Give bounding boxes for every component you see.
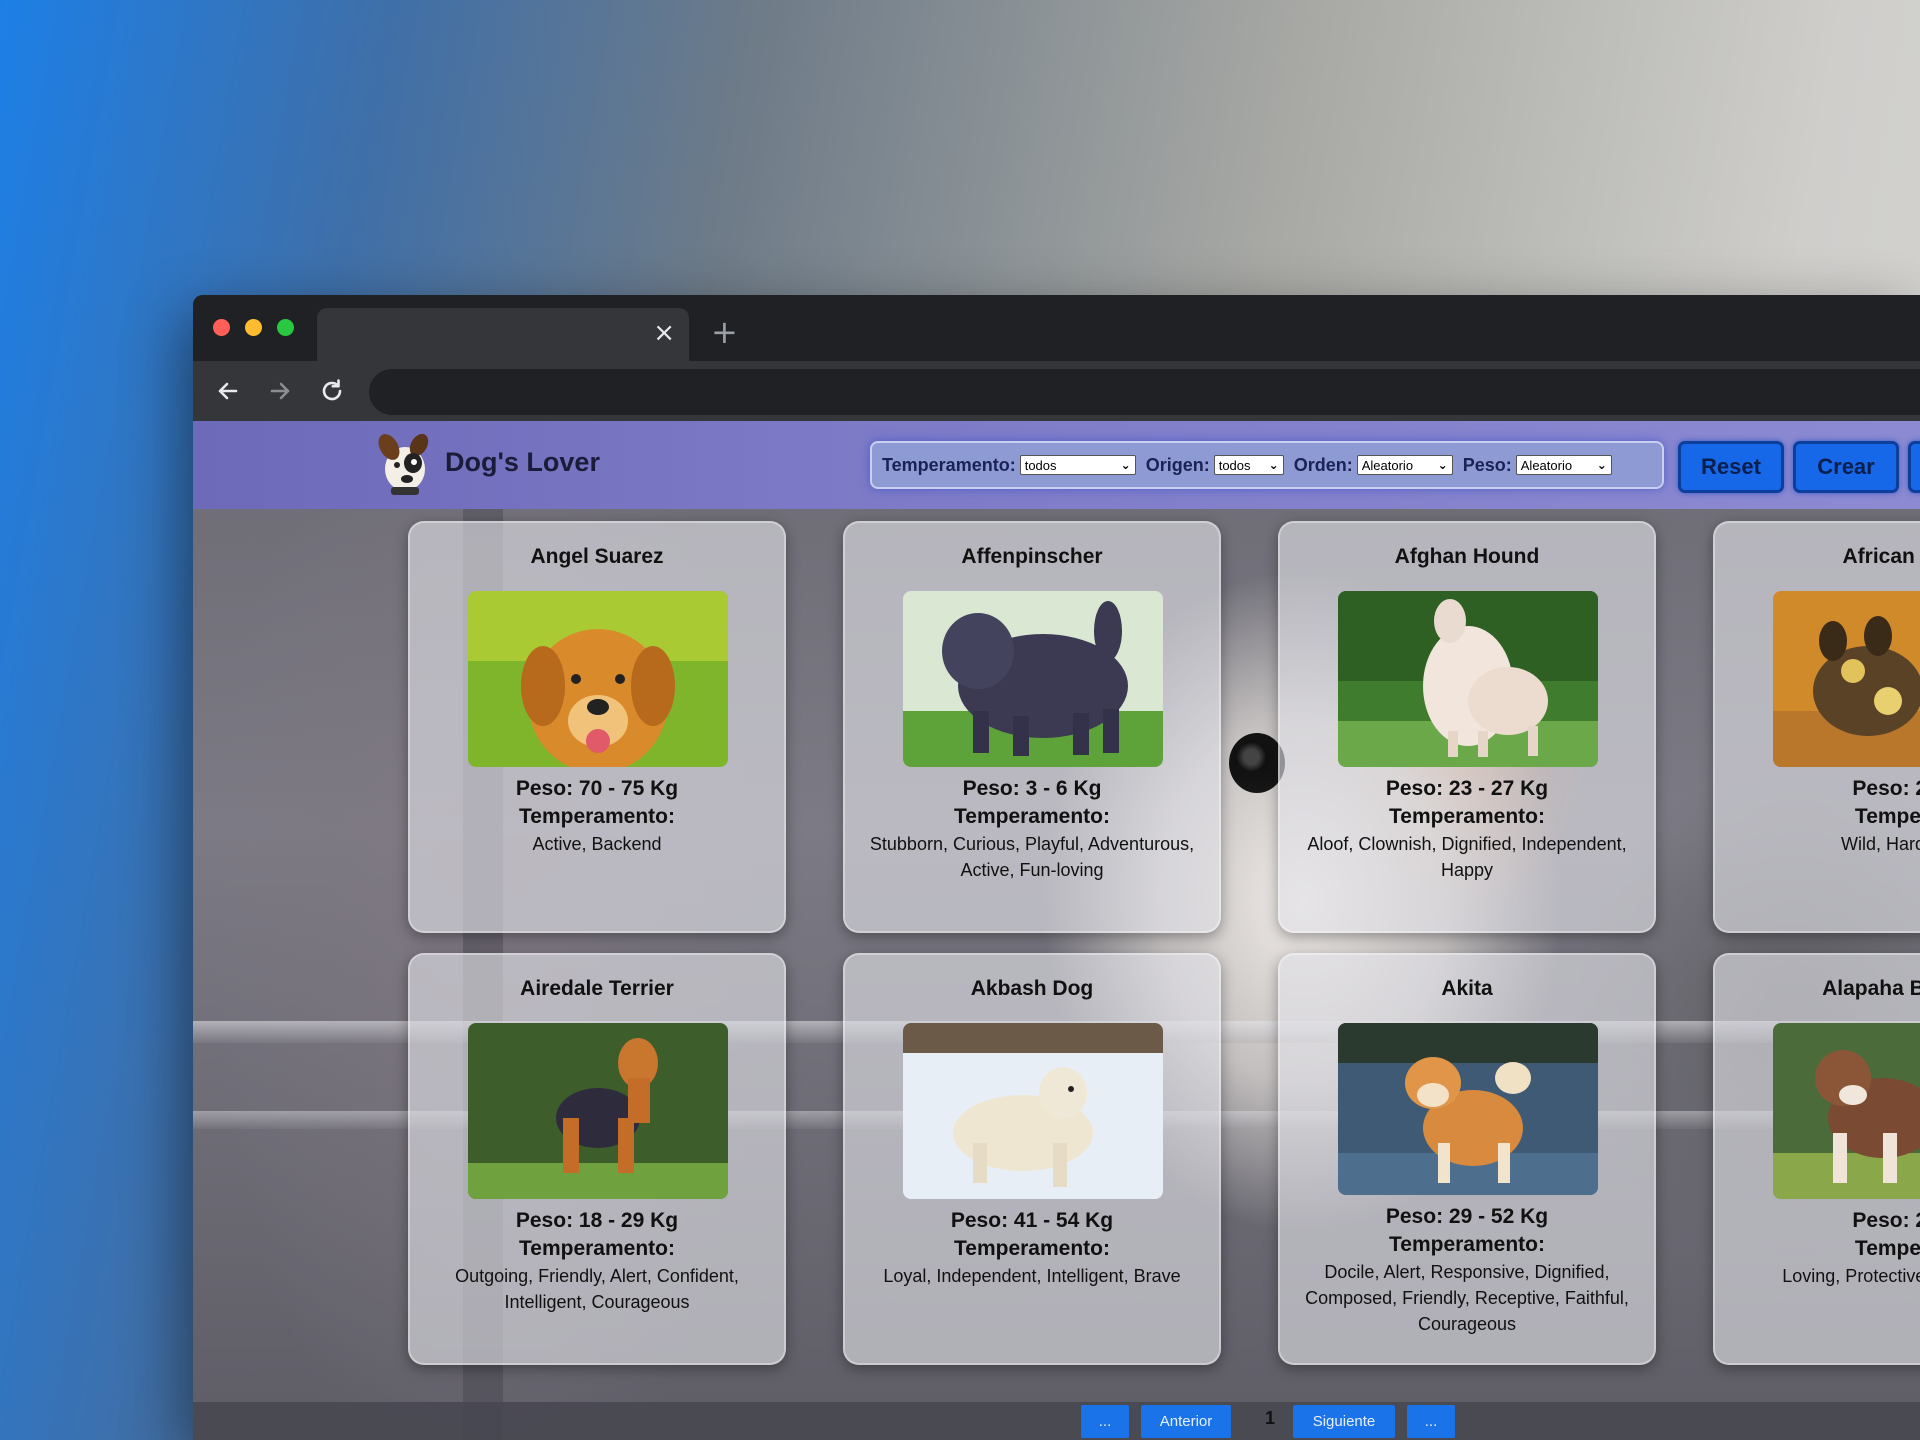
dog-card[interactable]: Akbash Dog Peso: 41 - 54 Kg Temperamento…	[843, 953, 1221, 1365]
temperament-select[interactable]: todos ⌄	[1019, 455, 1136, 475]
browser-tab-bar: × +	[193, 295, 1920, 361]
current-page-number: 1	[1264, 1408, 1275, 1428]
reset-button[interactable]: Reset	[1678, 441, 1784, 493]
first-page-button[interactable]: ...	[1081, 1405, 1129, 1438]
forward-arrow-icon[interactable]	[262, 373, 298, 409]
weight-filter-label: Peso:	[1462, 454, 1512, 475]
card-temperament-label: Temperar	[1854, 1237, 1920, 1260]
card-weight: Peso: 18 - 29 Kg	[515, 1209, 679, 1232]
next-page-button[interactable]: Siguiente	[1293, 1405, 1395, 1438]
previous-page-button[interactable]: Anterior	[1141, 1405, 1231, 1438]
card-temperament: Loving, Protective, T Respons	[1782, 1266, 1920, 1286]
akbash-dog-photo	[903, 1023, 1163, 1199]
dog-card[interactable]: Akita Peso: 29 - 52 Kg Temperamento: Doc…	[1278, 953, 1656, 1365]
browser-tab[interactable]: ×	[317, 308, 689, 361]
tab-close-icon[interactable]: ×	[653, 320, 675, 346]
reload-icon[interactable]	[314, 373, 350, 409]
akita-photo	[1338, 1023, 1598, 1195]
card-weight: Peso: 3 - 6 Kg	[962, 777, 1102, 800]
card-temperament: Wild, Hardwork	[1840, 834, 1920, 854]
origin-select-value: todos	[1218, 457, 1251, 473]
card-title: Akbash Dog	[970, 977, 1094, 1000]
airedale-terrier-photo	[468, 1023, 728, 1199]
minimize-window-button[interactable]	[245, 319, 262, 336]
temperament-select-value: todos	[1024, 457, 1057, 473]
browser-toolbar	[193, 361, 1920, 421]
chevron-down-icon: ⌄	[1120, 458, 1131, 472]
affenpinscher-photo	[903, 591, 1163, 767]
card-temperament-label: Temperamento:	[1389, 1233, 1545, 1256]
card-temperament-label: Temperamento:	[519, 1237, 675, 1260]
dog-logo-icon[interactable]	[369, 429, 439, 501]
card-weight: Peso: 20 -	[1852, 777, 1920, 800]
card-temperament: Outgoing, Friendly, Alert, Confident, In…	[455, 1266, 739, 1312]
address-bar[interactable]	[369, 369, 1920, 415]
origin-filter-label: Origen:	[1145, 454, 1210, 475]
golden-retriever-photo	[468, 591, 728, 767]
afghan-hound-photo	[1338, 591, 1598, 767]
card-temperament: Stubborn, Curious, Playful, Adventurous,…	[869, 834, 1195, 880]
card-title: Affenpinscher	[961, 545, 1103, 568]
card-temperament-label: Temperamento:	[519, 805, 675, 828]
temperament-filter-label: Temperamento:	[882, 454, 1016, 475]
african-wild-dog-photo	[1773, 591, 1920, 767]
card-temperament-label: Temperamento:	[954, 805, 1110, 828]
dog-card[interactable]: Airedale Terrier Peso: 18 - 29 Kg Temper…	[408, 953, 786, 1365]
chevron-down-icon: ⌄	[1596, 458, 1607, 472]
origin-select[interactable]: todos ⌄	[1213, 455, 1284, 475]
card-title: Alapaha Blue Bl	[1822, 977, 1920, 1000]
card-title: Akita	[1441, 977, 1493, 1000]
card-title: African Hun	[1842, 545, 1920, 568]
card-weight: Peso: 70 - 75 Kg	[515, 777, 679, 800]
order-select[interactable]: Aleatorio ⌄	[1356, 455, 1453, 475]
card-title: Angel Suarez	[530, 545, 664, 568]
card-title: Airedale Terrier	[520, 977, 674, 1000]
weight-filter: Peso: Aleatorio ⌄	[1463, 455, 1612, 476]
card-weight: Peso: 29 - 52 Kg	[1385, 1205, 1549, 1228]
last-page-button[interactable]: ...	[1407, 1405, 1455, 1438]
brand-title[interactable]: Dog's Lover	[445, 447, 600, 478]
card-title: Afghan Hound	[1394, 545, 1540, 568]
maximize-window-button[interactable]	[277, 319, 294, 336]
temperament-filter: Temperamento: todos ⌄	[882, 455, 1136, 476]
page-viewport: Dog's Lover Temperamento: todos ⌄ Origen…	[193, 421, 1920, 1440]
filter-bar: Temperamento: todos ⌄ Origen: todos ⌄ Or…	[870, 441, 1664, 489]
card-temperament-label: Temperar	[1854, 805, 1920, 828]
order-select-value: Aleatorio	[1361, 457, 1414, 473]
card-temperament-label: Temperamento:	[1389, 805, 1545, 828]
app-header: Dog's Lover Temperamento: todos ⌄ Origen…	[193, 421, 1920, 509]
chevron-down-icon: ⌄	[1268, 458, 1279, 472]
background-photo-detail	[1229, 733, 1285, 793]
card-temperament: Docile, Alert, Responsive, Dignified, Co…	[1305, 1262, 1629, 1334]
dog-card[interactable]: Alapaha Blue Bl Peso: 25 - Temperar Lovi…	[1713, 953, 1920, 1365]
weight-select[interactable]: Aleatorio ⌄	[1515, 455, 1612, 475]
dog-card[interactable]: Afghan Hound Peso: 23 - 27 Kg Temperamen…	[1278, 521, 1656, 933]
create-button[interactable]: Crear	[1793, 441, 1899, 493]
order-filter: Orden: Aleatorio ⌄	[1294, 455, 1453, 476]
card-weight: Peso: 25 -	[1852, 1209, 1920, 1232]
card-weight: Peso: 23 - 27 Kg	[1385, 777, 1549, 800]
weight-select-value: Aleatorio	[1520, 457, 1573, 473]
chevron-down-icon: ⌄	[1437, 458, 1448, 472]
pagination-bar: ... Anterior 1 Siguiente ...	[193, 1402, 1920, 1440]
card-temperament: Loyal, Independent, Intelligent, Brave	[883, 1266, 1181, 1286]
order-filter-label: Orden:	[1293, 454, 1353, 475]
dog-card[interactable]: Angel Suarez Peso: 70 - 75 Kg Temperamen…	[408, 521, 786, 933]
card-temperament: Active, Backend	[532, 834, 662, 854]
browser-window: × + Dog's Lover Temperamento: todos ⌄ Or…	[193, 295, 1920, 1440]
card-temperament-label: Temperamento:	[954, 1237, 1110, 1260]
card-weight: Peso: 41 - 54 Kg	[950, 1209, 1114, 1232]
card-temperament: Aloof, Clownish, Dignified, Independent,…	[1307, 834, 1627, 880]
new-tab-button[interactable]: +	[711, 316, 738, 348]
dog-card[interactable]: African Hun Peso: 20 - Temperar Wild, Ha…	[1713, 521, 1920, 933]
origin-filter: Origen: todos ⌄	[1146, 455, 1284, 476]
alapaha-bulldog-photo	[1773, 1023, 1920, 1199]
dog-card[interactable]: Affenpinscher Peso: 3 - 6 Kg Temperament…	[843, 521, 1221, 933]
close-window-button[interactable]	[213, 319, 230, 336]
back-arrow-icon[interactable]	[210, 373, 246, 409]
extra-button[interactable]	[1908, 441, 1920, 493]
